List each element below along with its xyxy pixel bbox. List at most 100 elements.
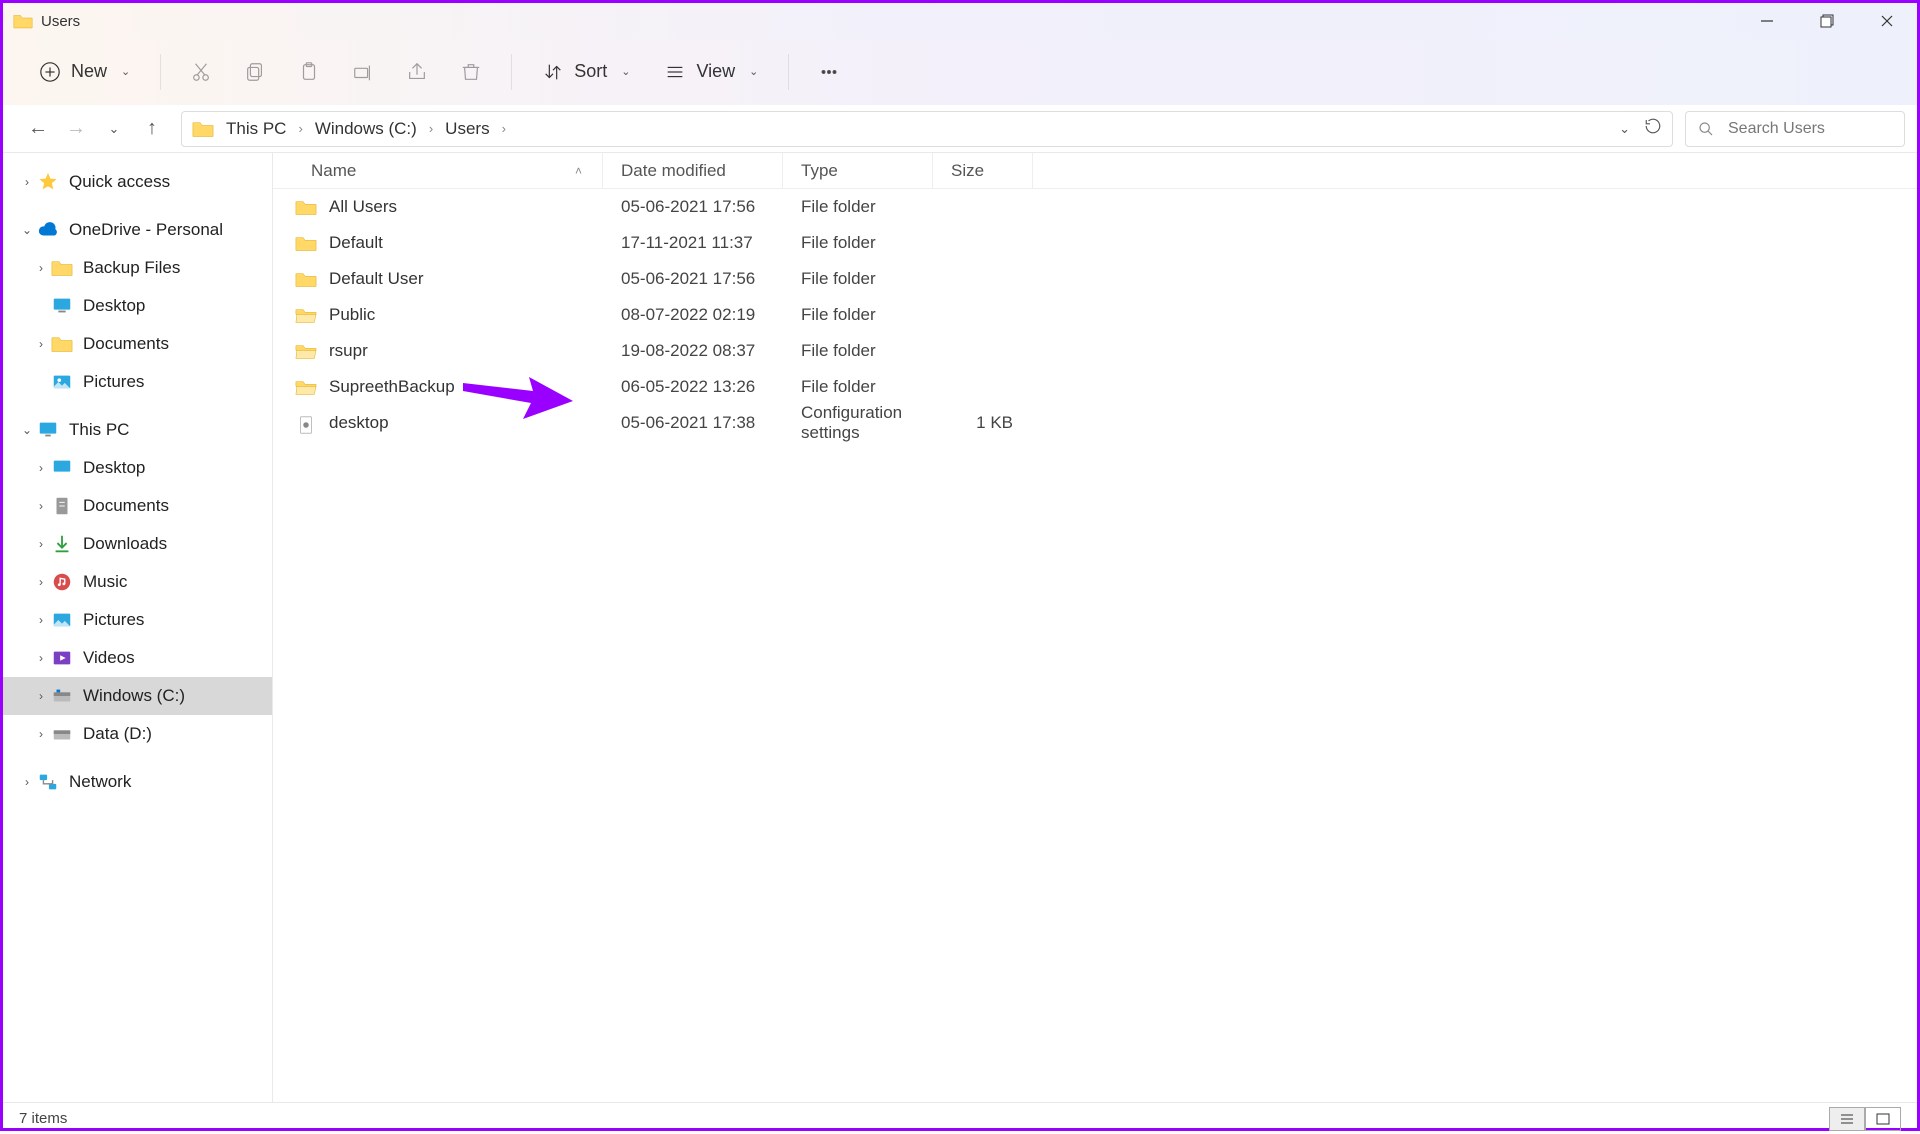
star-icon [37,172,59,192]
sidebar-item-desktop2[interactable]: › Desktop [3,449,272,487]
annotation-arrow [463,371,573,421]
folder-icon [295,198,317,216]
share-button[interactable] [393,48,441,96]
table-row[interactable]: Default User05-06-2021 17:56File folder [273,261,1917,297]
network-icon [37,772,59,792]
sidebar-item-this-pc[interactable]: ⌄ This PC [3,411,272,449]
history-dropdown[interactable]: ⌄ [97,112,131,146]
sidebar-item-pictures[interactable]: Pictures [3,363,272,401]
view-button[interactable]: View ⌄ [650,53,772,91]
chevron-right-icon[interactable]: › [31,499,51,513]
chevron-right-icon[interactable]: › [31,689,51,703]
sidebar-item-network[interactable]: › Network [3,763,272,801]
file-list: All Users05-06-2021 17:56File folderDefa… [273,189,1917,1102]
sidebar-item-music[interactable]: ›Music [3,563,272,601]
chevron-right-icon[interactable]: › [31,575,51,589]
chevron-down-icon: ⌄ [621,65,630,78]
file-type: File folder [783,197,933,217]
column-name[interactable]: Name˄ [273,153,603,188]
sidebar-label: Windows (C:) [83,686,185,706]
chevron-down-icon[interactable]: ⌄ [1619,121,1630,137]
music-icon [51,572,73,592]
file-type: File folder [783,269,933,289]
cut-button[interactable] [177,48,225,96]
copy-button[interactable] [231,48,279,96]
sidebar-item-data-d[interactable]: ›Data (D:) [3,715,272,753]
delete-button[interactable] [447,48,495,96]
file-type: Configuration settings [783,403,933,443]
chevron-right-icon[interactable]: › [17,175,37,189]
paste-button[interactable] [285,48,333,96]
minimize-button[interactable] [1737,3,1797,39]
monitor-icon [37,420,59,440]
separator [788,54,789,90]
sidebar-item-pictures2[interactable]: › Pictures [3,601,272,639]
search-icon [1698,121,1714,137]
sidebar-label: Desktop [83,458,145,478]
close-button[interactable] [1857,3,1917,39]
table-row[interactable]: All Users05-06-2021 17:56File folder [273,189,1917,225]
search-input[interactable]: Search Users [1685,111,1905,147]
sort-button[interactable]: Sort ⌄ [528,53,644,91]
sidebar-label: Downloads [83,534,167,554]
new-button[interactable]: New ⌄ [25,53,144,91]
chevron-right-icon[interactable]: › [17,775,37,789]
chevron-right-icon[interactable]: › [31,337,51,351]
chevron-down-icon[interactable]: ⌄ [17,223,37,237]
table-row[interactable]: rsupr19-08-2022 08:37File folder [273,333,1917,369]
sidebar-item-documents2[interactable]: ›Documents [3,487,272,525]
file-name: Public [329,305,375,325]
sidebar-item-backup-files[interactable]: ›Backup Files [3,249,272,287]
details-view-button[interactable] [1829,1107,1865,1131]
sidebar-item-downloads[interactable]: › Downloads [3,525,272,563]
maximize-button[interactable] [1797,3,1857,39]
chevron-right-icon[interactable]: › [31,261,51,275]
chevron-right-icon[interactable]: › [31,537,51,551]
sidebar-item-onedrive[interactable]: ⌄ OneDrive - Personal [3,211,272,249]
column-type[interactable]: Type [783,153,933,188]
column-size[interactable]: Size [933,153,1033,188]
chevron-right-icon: › [502,121,506,136]
sidebar-label: Pictures [83,610,144,630]
sidebar-item-desktop[interactable]: Desktop [3,287,272,325]
file-type: File folder [783,305,933,325]
forward-button[interactable]: → [59,112,93,146]
title-bar: Users [3,3,1917,39]
table-row[interactable]: Default17-11-2021 11:37File folder [273,225,1917,261]
file-date: 17-11-2021 11:37 [603,233,783,253]
search-placeholder: Search Users [1728,120,1825,138]
breadcrumb-item[interactable]: Windows (C:) [315,119,417,139]
column-date[interactable]: Date modified [603,153,783,188]
chevron-down-icon[interactable]: ⌄ [17,423,37,437]
drive-icon [51,724,73,744]
folder-icon [13,13,33,29]
chevron-right-icon[interactable]: › [31,727,51,741]
refresh-button[interactable] [1644,117,1662,140]
column-headers: Name˄ Date modified Type Size [273,153,1917,189]
sidebar-label: Desktop [83,296,145,316]
sidebar-label: This PC [69,420,129,440]
up-button[interactable]: ↑ [135,112,169,146]
back-button[interactable]: ← [21,112,55,146]
chevron-right-icon[interactable]: › [31,613,51,627]
more-button[interactable] [805,48,853,96]
file-date: 05-06-2021 17:56 [603,197,783,217]
sidebar-item-quick-access[interactable]: › Quick access [3,163,272,201]
rename-button[interactable] [339,48,387,96]
file-date: 19-08-2022 08:37 [603,341,783,361]
sidebar-item-videos[interactable]: ›Videos [3,639,272,677]
file-type: File folder [783,377,933,397]
large-icons-view-button[interactable] [1865,1107,1901,1131]
table-row[interactable]: Public 08-07-2022 02:19File folder [273,297,1917,333]
breadcrumb-item[interactable]: This PC [226,119,286,139]
folder-icon [295,234,317,252]
file-date: 08-07-2022 02:19 [603,305,783,325]
sidebar-item-documents[interactable]: ›Documents [3,325,272,363]
chevron-right-icon[interactable]: › [31,651,51,665]
sidebar-label: Network [69,772,131,792]
drive-icon [51,686,73,706]
chevron-right-icon[interactable]: › [31,461,51,475]
breadcrumb-item[interactable]: Users [445,119,489,139]
address-bar[interactable]: This PC› Windows (C:)› Users› ⌄ [181,111,1673,147]
sidebar-item-windows-c[interactable]: › Windows (C:) [3,677,272,715]
